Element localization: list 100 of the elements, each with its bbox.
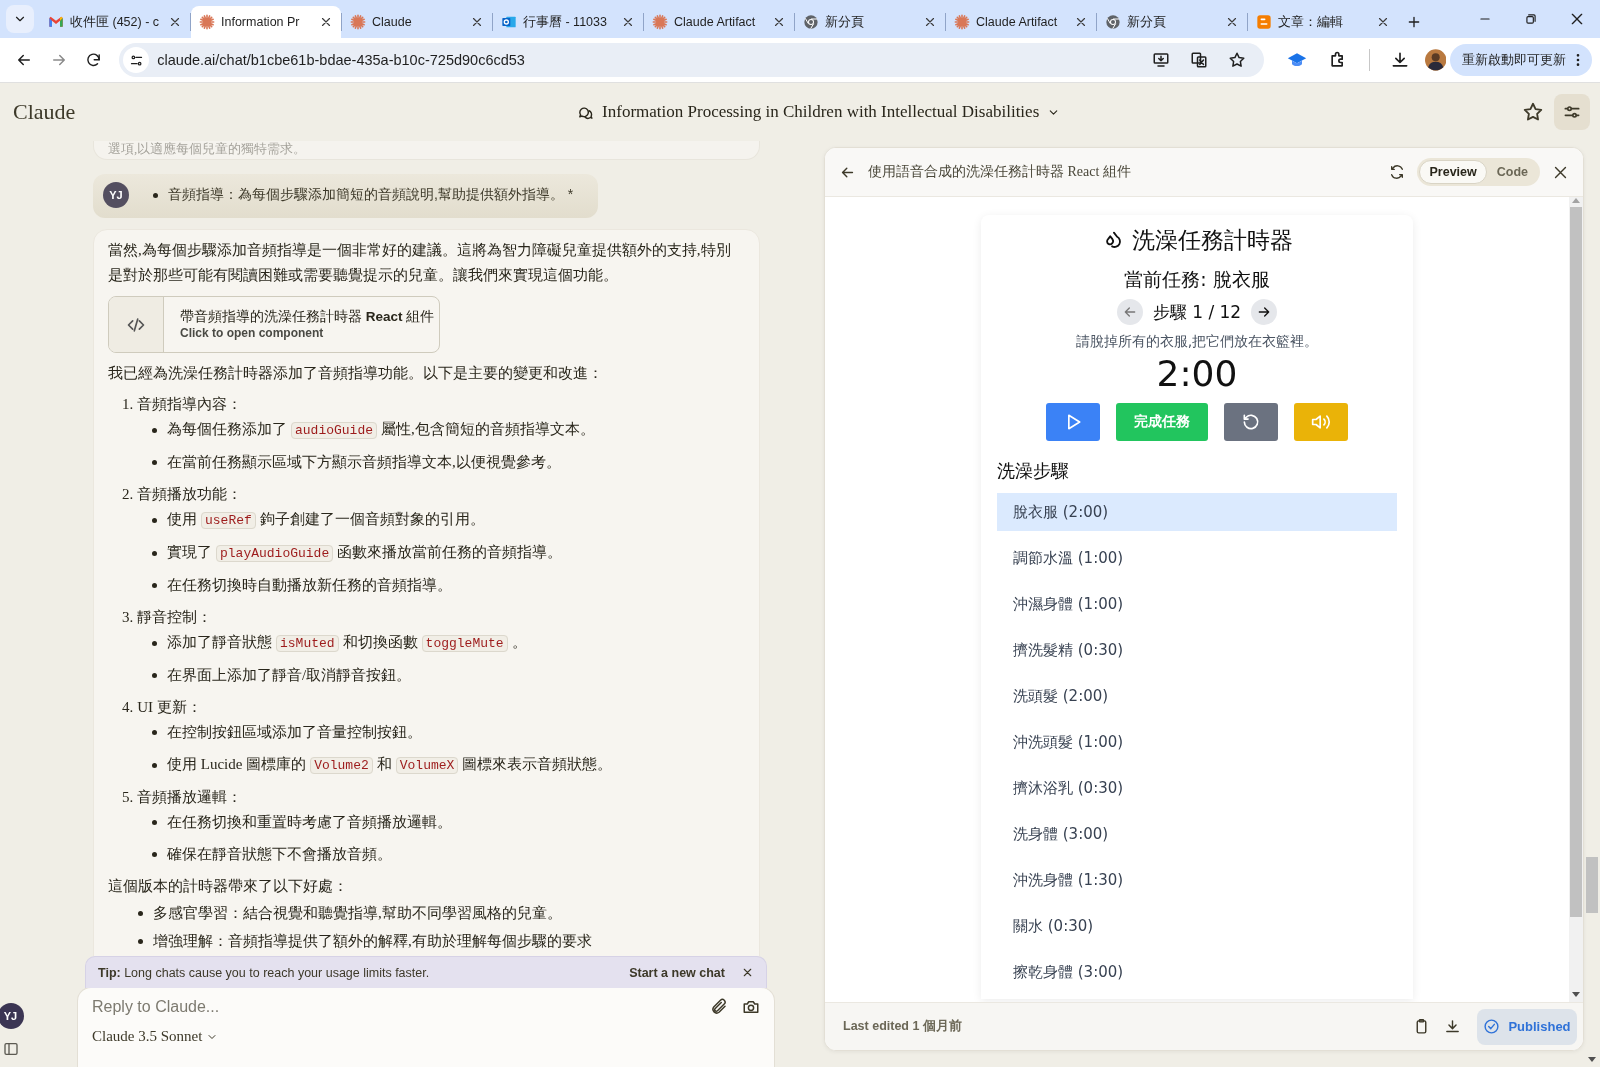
list-heading: 音頻播放邏輯： xyxy=(137,788,243,807)
list-number: 2. xyxy=(122,485,134,504)
star-button[interactable] xyxy=(1522,101,1544,123)
step-item[interactable]: 關水 (0:30) xyxy=(997,907,1397,945)
browser-tab[interactable]: Claude Artifact xyxy=(946,6,1096,38)
mail-icon xyxy=(48,14,64,30)
user-avatar[interactable]: YJ xyxy=(0,1003,24,1029)
scroll-down-icon[interactable] xyxy=(1588,1057,1596,1063)
message-text: 音頻指導：為每個步驟添加簡短的音頻說明,幫助提供額外指導。 * xyxy=(168,186,574,204)
close-icon xyxy=(741,966,754,979)
play-button[interactable] xyxy=(1046,403,1100,441)
starburst-icon xyxy=(199,14,215,30)
current-task: 當前任務: 脫衣服 xyxy=(1124,267,1270,292)
list-number: 3. xyxy=(122,608,134,627)
list-number: 5. xyxy=(122,788,134,807)
close-icon xyxy=(621,15,635,29)
start-new-chat-link[interactable]: Start a new chat xyxy=(629,965,725,980)
instruction-text: 請脫掉所有的衣服,把它們放在衣籃裡。 xyxy=(1075,333,1319,351)
list-item: 實現了 playAudioGuide 函數來播放當前任務的音頻指導。 xyxy=(167,543,563,564)
star-icon xyxy=(1522,101,1544,123)
message-text: 當然,為每個步驟添加音頻指導是一個非常好的建議。這將為智力障礙兒童提供額外的支持,特別是對於那些可能有閱讀困難或需要聽覺提示的兒童。讓我們來實現這個功能。 xyxy=(108,241,732,285)
bullet-icon xyxy=(138,939,143,944)
close-icon xyxy=(1376,15,1390,29)
close-icon xyxy=(1074,15,1088,29)
published-button[interactable]: Published xyxy=(1477,1008,1577,1045)
step-item[interactable]: 脫衣服 (2:00) xyxy=(997,493,1397,531)
browser-tab[interactable]: Claude xyxy=(342,6,492,38)
account-avatar[interactable] xyxy=(1424,49,1446,71)
scrollbar-thumb[interactable] xyxy=(1570,207,1582,917)
list-item: 在任務切換和重置時考慮了音頻播放邏輯。 xyxy=(167,813,452,832)
bullet-icon xyxy=(152,820,157,825)
view-tab[interactable]: Preview xyxy=(1419,160,1487,184)
step-item[interactable]: 調節水溫 (1:00) xyxy=(997,539,1397,577)
view-tab[interactable]: Code xyxy=(1486,160,1538,184)
list-item: 使用 useRef 鉤子創建了一個音頻對象的引用。 xyxy=(167,510,485,531)
bullet-icon xyxy=(152,517,157,523)
list-heading: UI 更新： xyxy=(137,698,202,717)
site-info-button[interactable] xyxy=(123,47,150,73)
camera-button[interactable] xyxy=(742,998,760,1016)
step-item[interactable]: 沖濕身體 (1:00) xyxy=(997,585,1397,623)
globe-icon xyxy=(803,14,819,30)
tip-text: Tip: Long chats cause you to reach your usage limits faster. xyxy=(98,965,430,980)
next-button[interactable] xyxy=(1251,299,1278,325)
step-item[interactable]: 沖洗身體 (1:30) xyxy=(997,861,1397,899)
model-selector[interactable]: Claude 3.5 Sonnet xyxy=(92,1028,219,1045)
settings-button[interactable] xyxy=(1554,94,1590,130)
refresh-button[interactable] xyxy=(1389,164,1406,180)
list-item: 增強理解：音頻指導提供了額外的解釋,有助於理解每個步驟的要求 xyxy=(153,932,592,951)
artifact-card[interactable]: 帶音頻指導的洗澡任務計時器 React 組件 Click to open component xyxy=(108,296,440,353)
close-icon xyxy=(1225,15,1239,29)
close-button[interactable] xyxy=(741,966,754,979)
browser-tab[interactable]: 新分頁 xyxy=(795,6,945,38)
artifact-title: 使用語音合成的洗澡任務計時器 React 組件 xyxy=(868,163,1131,181)
attach-button[interactable] xyxy=(710,998,728,1016)
paperclip-icon xyxy=(710,998,728,1016)
reset-button[interactable] xyxy=(1224,403,1278,441)
sidebar-icon xyxy=(2,1041,19,1057)
step-item[interactable]: 洗頭髮 (2:00) xyxy=(997,677,1397,715)
list-item: 在任務切換時自動播放新任務的音頻指導。 xyxy=(167,576,452,595)
browser-tab[interactable]: 收件匣 (452) - c xyxy=(40,6,190,38)
scroll-down-icon[interactable] xyxy=(1572,992,1580,998)
list-heading: 音頻播放功能： xyxy=(137,485,243,504)
browser-tab[interactable]: 行事曆 - 11033 xyxy=(493,6,643,38)
scrollbar-thumb[interactable] xyxy=(1586,857,1598,913)
conversation-title[interactable]: Information Processing in Children with Intellectual Disabilities xyxy=(537,102,1061,122)
close-icon xyxy=(319,15,333,29)
artifact-title: 帶音頻指導的洗澡任務計時器 React 組件 xyxy=(180,307,435,325)
step-item[interactable]: 擦乾身體 (3:00) xyxy=(997,953,1397,991)
document-icon xyxy=(1256,14,1272,30)
previous-button[interactable] xyxy=(1116,299,1143,325)
step-item[interactable]: 洗身體 (3:00) xyxy=(997,815,1397,853)
step-item[interactable]: 沖洗頭髮 (1:00) xyxy=(997,723,1397,761)
refresh-icon xyxy=(1389,164,1406,180)
close-icon xyxy=(772,15,786,29)
bullet-icon xyxy=(152,583,157,588)
bullet-icon xyxy=(153,192,158,198)
message-text: 我已經為洗澡任務計時器添加了音頻指導功能。以下是主要的變更和改進： xyxy=(108,364,604,383)
check-circle-icon xyxy=(1483,1018,1501,1035)
browser-tab[interactable]: 文章：編輯 xyxy=(1248,6,1398,38)
sidebar-toggle[interactable] xyxy=(2,1041,19,1057)
list-number: 4. xyxy=(122,698,134,717)
list-item: 多感官學習：結合視覺和聽覺指導,幫助不同學習風格的兒童。 xyxy=(153,904,562,923)
step-item[interactable]: 擠沐浴乳 (0:30) xyxy=(997,769,1397,807)
address-bar[interactable]: claude.ai/chat/b1cbe61b-bdae-435a-b10c-725d90c6cd53 xyxy=(119,43,1265,77)
browser-tab[interactable]: Information Pr xyxy=(191,6,341,38)
browser-tab[interactable]: 新分頁 xyxy=(1097,6,1247,38)
app-logo[interactable]: Claude xyxy=(13,99,76,125)
calendar-icon xyxy=(501,14,517,30)
reply-field[interactable]: Reply to Claude... Claude 3.5 Sonnet xyxy=(77,987,775,1067)
bullet-icon xyxy=(152,550,157,556)
steps-heading: 洗澡步驟 xyxy=(997,459,1070,483)
new-tab-button[interactable] xyxy=(1406,14,1422,30)
user-avatar: YJ xyxy=(103,182,129,208)
browser-tab[interactable]: Claude Artifact xyxy=(644,6,794,38)
update-button[interactable]: 重新啟動即可更新 xyxy=(1450,44,1592,76)
step-item[interactable]: 擠洗髮精 (0:30) xyxy=(997,631,1397,669)
restore-icon xyxy=(1524,12,1538,26)
download-button[interactable] xyxy=(1444,1018,1461,1035)
bullet-icon xyxy=(152,460,157,465)
list-heading: 音頻指導內容： xyxy=(137,395,243,414)
